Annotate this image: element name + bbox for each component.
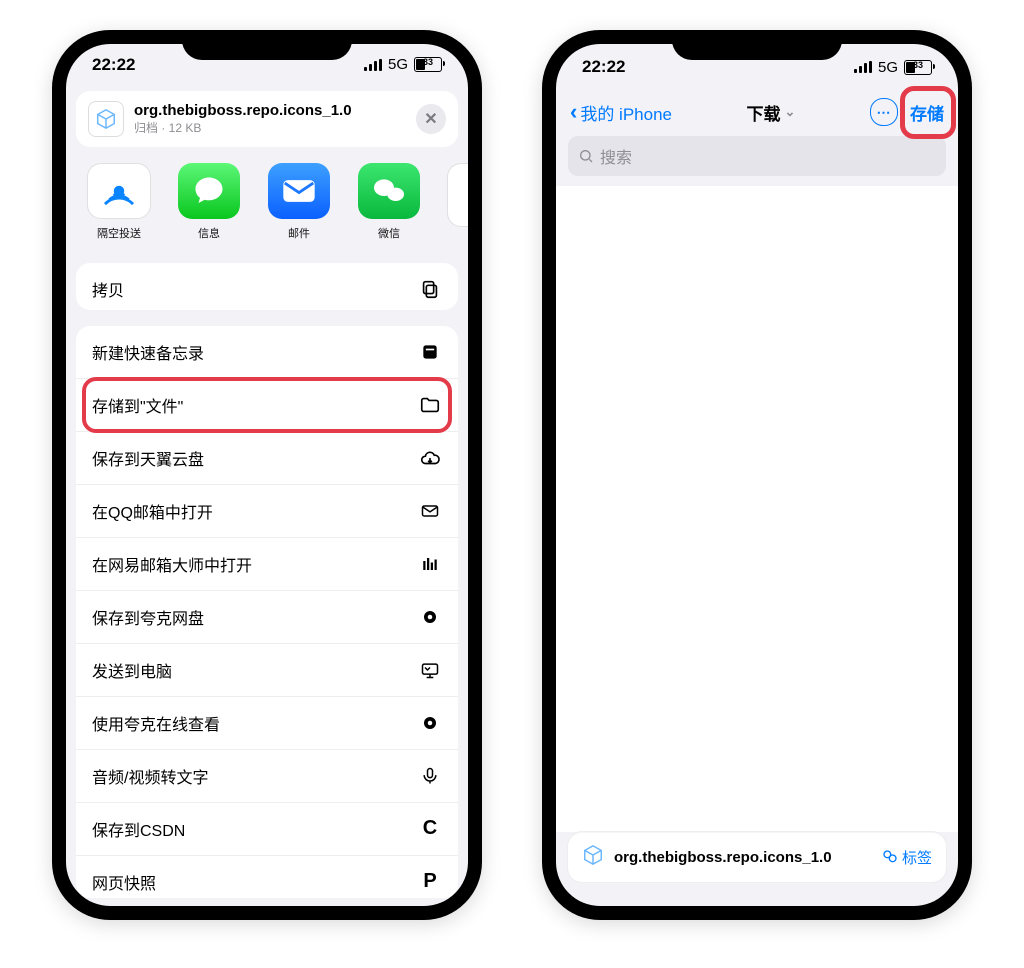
network-label: 5G	[878, 59, 898, 76]
letter-p-icon: P	[418, 870, 442, 894]
more-app-icon	[447, 163, 468, 227]
status-time: 22:22	[582, 57, 625, 77]
app-more[interactable]	[444, 163, 468, 241]
share-apps-row[interactable]: 隔空投送 信息 邮件 微信	[66, 157, 468, 255]
app-messages[interactable]: 信息	[174, 163, 244, 241]
nav-title[interactable]: 下载 ⌄	[747, 100, 796, 125]
app-label: 信息	[198, 225, 220, 241]
mail-icon	[268, 163, 330, 219]
circle-icon	[418, 711, 442, 735]
app-airdrop[interactable]: 隔空投送	[84, 163, 154, 241]
back-label: 我的 iPhone	[580, 100, 672, 125]
action-label: 音频/视频转文字	[92, 764, 208, 788]
signal-icon	[364, 59, 382, 71]
network-label: 5G	[388, 56, 408, 73]
search-input[interactable]: 搜索	[568, 136, 946, 176]
mic-icon	[418, 764, 442, 788]
bars-icon	[418, 552, 442, 576]
battery-icon: 33	[414, 57, 442, 72]
status-right: 5G 33	[364, 56, 442, 73]
share-file-header: org.thebigboss.repo.icons_1.0 归档 · 12 KB…	[76, 91, 458, 147]
share-subtitle: 归档 · 12 KB	[134, 119, 406, 136]
files-empty-area[interactable]	[556, 186, 958, 832]
action-snapshot[interactable]: 网页快照 P	[76, 855, 458, 898]
action-transcribe[interactable]: 音频/视频转文字	[76, 749, 458, 802]
action-label: 保存到夸克网盘	[92, 605, 204, 629]
save-button[interactable]: 存储	[910, 100, 944, 125]
search-placeholder: 搜索	[600, 144, 632, 168]
action-label: 在网易邮箱大师中打开	[92, 552, 252, 576]
close-button[interactable]: ✕	[416, 104, 446, 134]
action-copy[interactable]: 拷贝	[76, 263, 458, 310]
circle-icon	[418, 605, 442, 629]
action-label: 发送到电脑	[92, 658, 172, 682]
status-right: 5G 33	[854, 59, 932, 76]
phone-right: 22:22 5G 33 ‹ 我的 iPhone 下载 ⌄ ⋯ 存储	[542, 30, 972, 920]
wechat-icon	[358, 163, 420, 219]
messages-icon	[178, 163, 240, 219]
airdrop-icon	[87, 163, 151, 219]
monitor-icon	[418, 658, 442, 682]
files-screen: 22:22 5G 33 ‹ 我的 iPhone 下载 ⌄ ⋯ 存储	[556, 44, 958, 906]
action-quicknote[interactable]: 新建快速备忘录	[76, 326, 458, 378]
share-filename: org.thebigboss.repo.icons_1.0	[134, 102, 406, 119]
signal-icon	[854, 61, 872, 73]
back-button[interactable]: ‹ 我的 iPhone	[570, 100, 672, 125]
action-csdn[interactable]: 保存到CSDN C	[76, 802, 458, 855]
action-save-to-files[interactable]: 存储到"文件"	[76, 378, 458, 431]
envelope-icon	[418, 499, 442, 523]
search-icon	[578, 148, 594, 164]
action-quark-view[interactable]: 使用夸克在线查看	[76, 696, 458, 749]
battery-icon: 33	[904, 60, 932, 75]
action-163mail[interactable]: 在网易邮箱大师中打开	[76, 537, 458, 590]
folder-icon	[418, 393, 442, 417]
letter-c-icon: C	[418, 817, 442, 841]
action-send-pc[interactable]: 发送到电脑	[76, 643, 458, 696]
more-button[interactable]: ⋯	[870, 98, 898, 126]
phone-left: 22:22 5G 33 org.thebigboss.repo.icons_1.…	[52, 30, 482, 920]
action-label: 拷贝	[92, 277, 124, 301]
quicknote-icon	[418, 340, 442, 364]
action-quark-save[interactable]: 保存到夸克网盘	[76, 590, 458, 643]
status-time: 22:22	[92, 55, 135, 75]
share-sheet-screen: 22:22 5G 33 org.thebigboss.repo.icons_1.…	[66, 44, 468, 906]
action-label: 保存到CSDN	[92, 817, 185, 841]
app-label: 隔空投送	[97, 225, 141, 241]
package-icon	[582, 844, 604, 870]
copy-icon	[418, 277, 442, 301]
action-label: 保存到天翼云盘	[92, 446, 204, 470]
cloud-icon	[418, 446, 442, 470]
files-nav-bar: ‹ 我的 iPhone 下载 ⌄ ⋯ 存储	[556, 90, 958, 130]
tag-icon	[882, 849, 898, 865]
selected-file-bar[interactable]: org.thebigboss.repo.icons_1.0 标签	[568, 832, 946, 882]
action-label: 新建快速备忘录	[92, 340, 204, 364]
app-label: 邮件	[288, 225, 310, 241]
action-label: 网页快照	[92, 870, 156, 894]
action-label: 存储到"文件"	[92, 393, 183, 417]
action-label: 在QQ邮箱中打开	[92, 499, 213, 523]
app-mail[interactable]: 邮件	[264, 163, 334, 241]
action-group-main: 新建快速备忘录 存储到"文件" 保存到天翼云盘 在QQ邮箱中打开 在网易邮箱大师…	[76, 326, 458, 898]
action-qqmail[interactable]: 在QQ邮箱中打开	[76, 484, 458, 537]
package-icon	[88, 101, 124, 137]
app-label: 微信	[378, 225, 400, 241]
chevron-left-icon: ‹	[570, 101, 577, 123]
tags-button[interactable]: 标签	[882, 847, 932, 868]
device-notch	[182, 30, 352, 60]
bottom-filename: org.thebigboss.repo.icons_1.0	[614, 849, 872, 866]
action-label: 使用夸克在线查看	[92, 711, 220, 735]
device-notch	[672, 30, 842, 60]
action-group-copy: 拷贝	[76, 263, 458, 310]
action-tianyi[interactable]: 保存到天翼云盘	[76, 431, 458, 484]
app-wechat[interactable]: 微信	[354, 163, 424, 241]
chevron-down-icon: ⌄	[785, 104, 796, 120]
